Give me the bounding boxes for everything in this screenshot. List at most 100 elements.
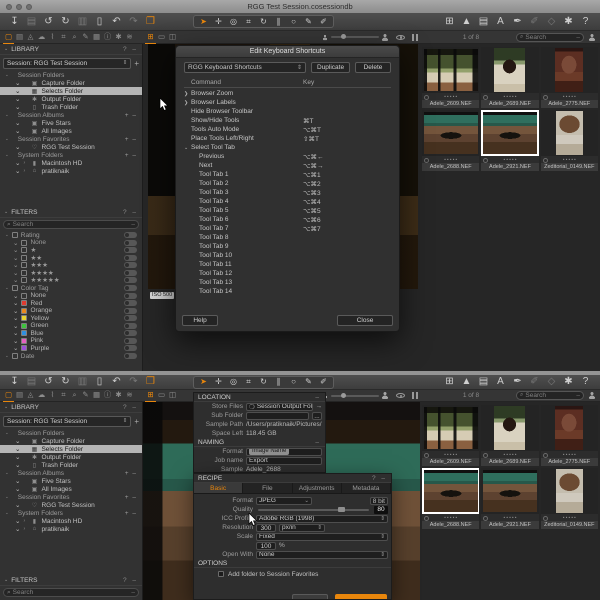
library-panel-header[interactable]: ⌄LIBRARY? – bbox=[0, 44, 142, 55]
tool-tab-icon[interactable]: ⌗ bbox=[58, 31, 69, 44]
thumbnail-image[interactable] bbox=[555, 48, 583, 92]
toolbar-icon[interactable]: ↧ bbox=[6, 374, 23, 390]
shortcut-row[interactable]: Tool Tab 13 bbox=[184, 278, 391, 287]
add-to-favorites-checkbox[interactable] bbox=[218, 571, 224, 577]
goto-folder-icon[interactable]: → bbox=[316, 403, 323, 410]
cancel-button[interactable] bbox=[292, 594, 328, 599]
thumbnail[interactable]: • • • • • Adele_2688.NEF bbox=[422, 110, 479, 171]
job-name-input[interactable]: Export bbox=[246, 457, 322, 465]
toolbar-icon[interactable]: ✐ bbox=[526, 14, 543, 30]
shortcut-row[interactable]: Tool Tab 2 ⌥⌘2 bbox=[184, 179, 391, 188]
tool-tab-icon[interactable]: ▢ bbox=[3, 31, 14, 44]
library-row[interactable]: ⌄ › ⌂ pratiknaik bbox=[0, 167, 142, 175]
thumbnail-image[interactable] bbox=[494, 48, 525, 92]
filter-row[interactable]: ⌄ Green bbox=[0, 322, 142, 330]
viewer-mode-icon[interactable]: ◫ bbox=[167, 31, 178, 44]
shortcut-row[interactable]: Tool Tab 10 bbox=[184, 251, 391, 260]
cursor-tool-icon[interactable]: ⌗ bbox=[241, 16, 256, 28]
cursor-tool-icon[interactable]: ⌗ bbox=[241, 376, 256, 388]
filter-row[interactable]: ⌄ Pink bbox=[0, 337, 142, 345]
toolbar-icon[interactable]: ❐ bbox=[142, 14, 159, 30]
tool-tab-icon[interactable]: ▦ bbox=[91, 31, 102, 44]
toolbar-icon[interactable]: ⊞ bbox=[441, 374, 458, 390]
tool-tab-icon[interactable]: ▢ bbox=[3, 389, 14, 402]
library-row[interactable]: ⌄ ♡ RGG Test Session bbox=[0, 501, 142, 509]
rating-dots[interactable]: • • • • • bbox=[422, 451, 479, 458]
thumbnail[interactable]: • • • • • Adele_2921.NEF bbox=[481, 468, 538, 529]
tool-tab-icon[interactable]: ▤ bbox=[14, 389, 25, 402]
tool-tab-icon[interactable]: ⌇ bbox=[47, 389, 58, 402]
cursor-tool-icon[interactable]: ✛ bbox=[211, 16, 226, 28]
thumbnail[interactable]: • • • • • Adele_2609.NEF bbox=[422, 405, 479, 466]
tool-tab-icon[interactable]: ☁ bbox=[36, 389, 47, 402]
toolbar-icon[interactable]: ? bbox=[577, 374, 594, 390]
add-remove-buttons[interactable]: + – bbox=[125, 136, 142, 143]
tool-tab-icon[interactable]: ✱ bbox=[113, 389, 124, 402]
shortcut-row[interactable]: Next ⌥⌘→ bbox=[184, 161, 391, 170]
rating-dots[interactable]: • • • • • bbox=[422, 156, 479, 163]
filter-toggle[interactable] bbox=[124, 353, 137, 359]
cursor-tool-icon[interactable]: ○ bbox=[286, 16, 301, 28]
toolbar-icon[interactable]: ▤ bbox=[23, 14, 40, 30]
thumbnail-image[interactable] bbox=[556, 469, 583, 513]
rating-dots[interactable]: • • • • • bbox=[422, 93, 479, 100]
resolution-unit-select[interactable]: px/in⇕ bbox=[279, 524, 325, 532]
resolution-input[interactable]: 300 bbox=[256, 524, 276, 532]
thumbnail[interactable]: • • • • • Adele_2689.NEF bbox=[481, 405, 538, 466]
tool-tab-icon[interactable]: ✎ bbox=[80, 31, 91, 44]
toolbar-icon[interactable]: ↶ bbox=[108, 14, 125, 30]
rating-dots[interactable]: • • • • • bbox=[481, 93, 538, 100]
rating-dots[interactable]: • • • • • bbox=[541, 514, 598, 521]
help-button[interactable]: Help bbox=[182, 315, 218, 326]
filter-toggle[interactable] bbox=[124, 308, 137, 314]
shortcut-row[interactable]: Tool Tab 14 bbox=[184, 287, 391, 296]
recipe-tab[interactable]: File bbox=[243, 483, 292, 493]
tool-tab-icon[interactable]: ⌗ bbox=[58, 389, 69, 402]
quality-slider[interactable] bbox=[258, 509, 369, 511]
add-session-button[interactable]: + bbox=[134, 417, 139, 426]
toolbar-icon[interactable]: A bbox=[492, 374, 509, 390]
name-format-field[interactable]: Image Name bbox=[246, 448, 322, 456]
sub-folder-input[interactable] bbox=[246, 412, 309, 420]
tool-tab-icon[interactable]: ✎ bbox=[80, 389, 91, 402]
thumbnail[interactable]: • • • • • Adele_2688.NEF bbox=[422, 468, 479, 529]
shortcut-row[interactable]: Previous ⌥⌘← bbox=[184, 152, 391, 161]
clear-search-icon[interactable]: – bbox=[576, 392, 580, 399]
toolbar-icon[interactable]: ▲ bbox=[458, 374, 475, 390]
toolbar-icon[interactable]: ↷ bbox=[125, 374, 142, 390]
filter-toggle[interactable] bbox=[124, 232, 137, 238]
clear-search-icon[interactable]: – bbox=[131, 221, 135, 228]
tool-tab-icon[interactable]: ◬ bbox=[25, 389, 36, 402]
toolbar-icon[interactable]: ▯ bbox=[91, 374, 108, 390]
eye-icon[interactable] bbox=[396, 393, 405, 398]
toolbar-icon[interactable]: ✒ bbox=[509, 14, 526, 30]
filter-row[interactable]: ⌄ Blue bbox=[0, 330, 142, 338]
library-row[interactable]: ⌄ ▯ Trash Folder bbox=[0, 103, 142, 111]
filter-toggle[interactable] bbox=[124, 277, 137, 283]
library-row[interactable]: ⌄ ▦ Selects Folder bbox=[0, 87, 142, 95]
filter-row[interactable]: ⌄ ★ bbox=[0, 247, 142, 255]
shortcut-row[interactable]: Tool Tab 1 ⌥⌘1 bbox=[184, 170, 391, 179]
thumbnail-image[interactable] bbox=[424, 49, 478, 91]
library-row[interactable]: ⌄ ▯ Trash Folder bbox=[0, 461, 142, 469]
thumbnail-image[interactable] bbox=[483, 112, 537, 154]
filter-toggle[interactable] bbox=[124, 323, 137, 329]
library-row[interactable]: ⌄ ▦ Selects Folder bbox=[0, 445, 142, 453]
toolbar-icon[interactable]: ✒ bbox=[509, 374, 526, 390]
thumbnail[interactable]: • • • • • Zeditorial_0149.NEF bbox=[541, 468, 598, 529]
tool-tab-icon[interactable]: ⌇ bbox=[47, 31, 58, 44]
cursor-tool-icon[interactable]: ↻ bbox=[256, 16, 271, 28]
filter-row[interactable]: ⌄ Rating bbox=[0, 231, 142, 239]
cursor-tool-icon[interactable]: ○ bbox=[286, 376, 301, 388]
toolbar-icon[interactable]: ✱ bbox=[560, 14, 577, 30]
library-row[interactable]: ⌄ System Folders + – bbox=[0, 151, 142, 159]
tool-tab-icon[interactable]: ▦ bbox=[91, 389, 102, 402]
delete-button[interactable]: Delete bbox=[355, 62, 391, 73]
compare-icon[interactable] bbox=[412, 392, 418, 399]
tool-tab-icon[interactable]: ◬ bbox=[25, 31, 36, 44]
library-row[interactable]: ⌄ Session Albums + – bbox=[0, 111, 142, 119]
filter-row[interactable]: ⌄ Yellow bbox=[0, 315, 142, 323]
thumbnail-image[interactable] bbox=[483, 470, 537, 512]
filter-row[interactable]: ⌄ None bbox=[0, 292, 142, 300]
filter-toggle[interactable] bbox=[124, 255, 137, 261]
